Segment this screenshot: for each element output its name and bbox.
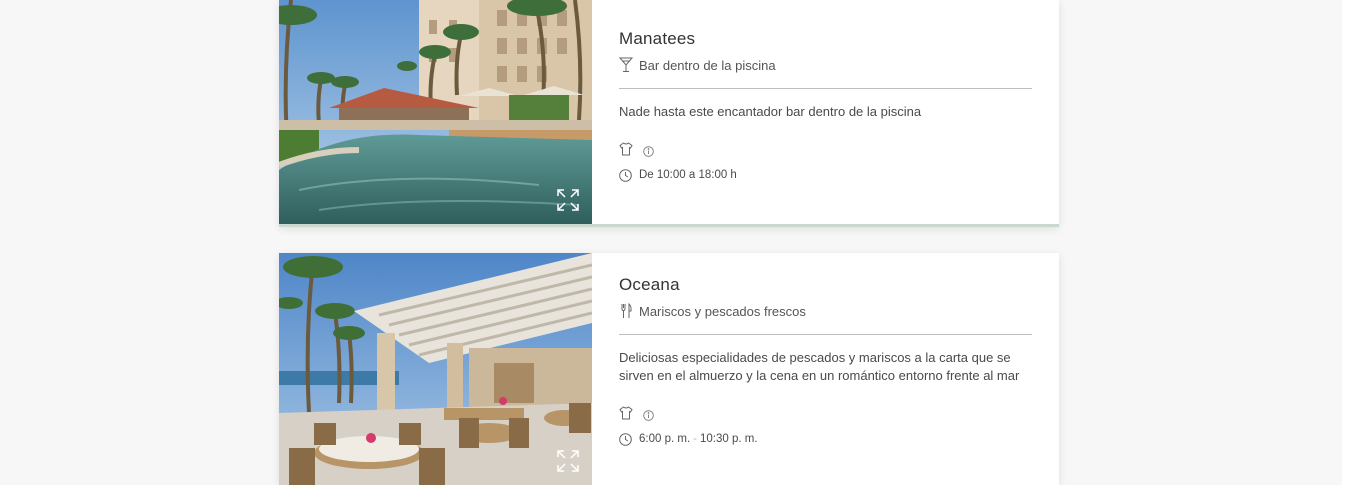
venue-info: Oceana Mariscos y pescados frescos Delic… [592, 253, 1059, 485]
venue-card-oceana: Oceana Mariscos y pescados frescos Delic… [279, 253, 1059, 485]
venue-description: Deliciosas especialidades de pescados y … [619, 350, 1020, 383]
info-icon[interactable] [643, 408, 654, 421]
venue-type: Bar dentro de la piscina [618, 56, 1032, 74]
page-edge [1342, 0, 1348, 485]
clock-icon [619, 168, 632, 182]
clock-icon [619, 432, 632, 446]
venue-type-label: Bar dentro de la piscina [639, 57, 776, 73]
venue-type: Mariscos y pescados frescos [619, 302, 1032, 320]
hours-text: De 10:00 a 18:00 h [639, 169, 737, 181]
venue-title: Manatees [619, 29, 696, 48]
venue-photo-terrace-restaurant[interactable] [279, 253, 592, 485]
venue-info: Manatees Bar dentro de la piscina Nade h… [592, 0, 1059, 224]
dress-code-row [619, 141, 1032, 157]
expand-icon[interactable] [556, 188, 580, 212]
venue-card-manatees: Manatees Bar dentro de la piscina Nade h… [279, 0, 1059, 227]
venue-type-label: Mariscos y pescados frescos [639, 303, 806, 319]
hours-close: 10:30 p. m. [699, 433, 758, 445]
hours-row: 6:00 p. m. - 10:30 p. m. [619, 431, 1032, 447]
shirt-icon[interactable] [619, 406, 633, 420]
hours-open: 6:00 p. m. [639, 433, 691, 445]
fork-knife-icon [619, 302, 633, 319]
venue-description: Nade hasta este encantador bar dentro de… [619, 104, 922, 119]
hours-row: De 10:00 a 18:00 h [619, 167, 1032, 183]
venue-photo-pool-bar[interactable] [279, 0, 592, 224]
expand-icon[interactable] [556, 449, 580, 473]
cocktail-glass-icon [618, 57, 634, 73]
venue-title: Oceana [619, 275, 680, 294]
hours-separator: - [693, 433, 697, 445]
dress-code-row [619, 405, 1032, 421]
divider [619, 88, 1032, 89]
info-icon[interactable] [643, 144, 654, 157]
shirt-icon[interactable] [619, 142, 633, 156]
divider [619, 334, 1032, 335]
